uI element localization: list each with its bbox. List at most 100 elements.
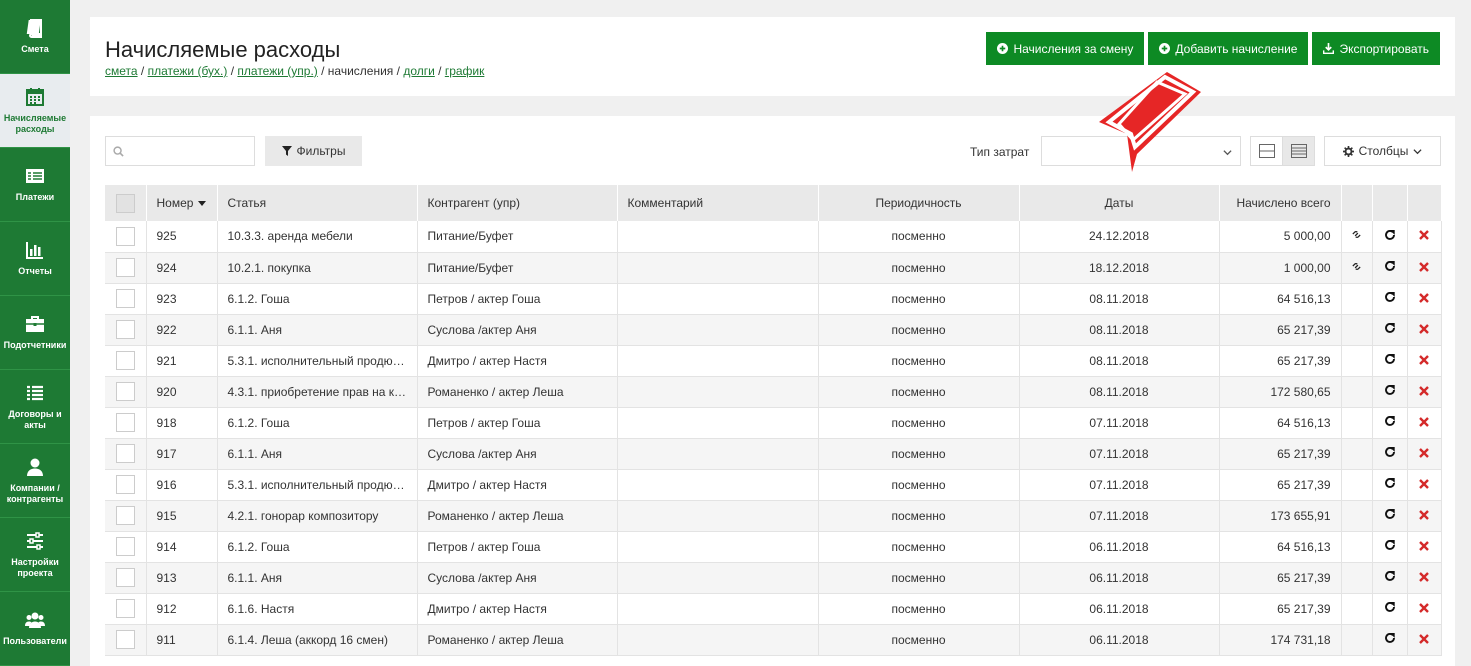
columns-button[interactable]: Столбцы	[1324, 136, 1441, 166]
repeat-button[interactable]	[1372, 407, 1408, 439]
repeat-button[interactable]	[1372, 500, 1408, 532]
row-checkbox[interactable]	[115, 568, 135, 587]
delete-button[interactable]	[1407, 593, 1442, 625]
table-row[interactable]: 924 10.2.1. покупка Питание/Буфет посменно 1…	[105, 252, 1442, 284]
repeat-button[interactable]	[1372, 469, 1408, 501]
row-checkbox[interactable]	[115, 351, 135, 370]
row-checkbox[interactable]	[115, 382, 135, 401]
table-row[interactable]: 925 10.3.3. аренда мебели Питание/Буфет пос…	[105, 221, 1442, 253]
column-header-counterparty[interactable]: Контрагент (упр)	[417, 185, 618, 221]
sidebar-item-reports[interactable]: Отчеты	[0, 222, 70, 296]
cell-total: 64 516,13	[1219, 283, 1342, 315]
column-header-repeat	[1372, 185, 1408, 221]
repeat-button[interactable]	[1372, 562, 1408, 594]
sidebar-item-accountables[interactable]: Подотчетники	[0, 296, 70, 370]
select-all-checkbox[interactable]	[115, 193, 135, 213]
breadcrumb-schedule[interactable]: график	[445, 64, 485, 78]
breadcrumb-smeta[interactable]: смета	[105, 64, 138, 78]
column-header-periodicity[interactable]: Периодичность	[818, 185, 1020, 221]
table-row[interactable]: 922 6.1.1. Аня Суслова /актер Аня посменно 0…	[105, 314, 1442, 346]
table-row[interactable]: 913 6.1.1. Аня Суслова /актер Аня посменно 0…	[105, 562, 1442, 594]
delete-button[interactable]	[1407, 624, 1442, 656]
repeat-button[interactable]	[1372, 252, 1408, 284]
row-checkbox[interactable]	[115, 630, 135, 649]
delete-button[interactable]	[1407, 221, 1442, 253]
row-checkbox[interactable]	[115, 475, 135, 494]
link-cell[interactable]	[1341, 221, 1373, 253]
export-button[interactable]: Экспортировать	[1312, 32, 1440, 65]
delete-button[interactable]	[1407, 469, 1442, 501]
row-checkbox[interactable]	[115, 444, 135, 463]
link-cell[interactable]	[1341, 252, 1373, 284]
column-header-comment[interactable]: Комментарий	[617, 185, 819, 221]
breadcrumb-payments-accounting[interactable]: платежи (бух.)	[148, 64, 228, 78]
table-row[interactable]: 915 4.2.1. гонорар композитору Романенко /…	[105, 500, 1442, 532]
cell-comment	[617, 624, 819, 656]
column-header-total[interactable]: Начислено всего	[1219, 185, 1342, 221]
repeat-button[interactable]	[1372, 221, 1408, 253]
delete-button[interactable]	[1407, 438, 1442, 470]
cell-article: 4.2.1. гонорар композитору	[217, 500, 418, 532]
row-checkbox[interactable]	[115, 413, 135, 432]
repeat-button[interactable]	[1372, 438, 1408, 470]
column-header-dates[interactable]: Даты	[1019, 185, 1220, 221]
breadcrumb-payments-management[interactable]: платежи (упр.)	[237, 64, 317, 78]
search-input[interactable]	[106, 137, 254, 165]
delete-button[interactable]	[1407, 562, 1442, 594]
delete-button[interactable]	[1407, 376, 1442, 408]
delete-button[interactable]	[1407, 252, 1442, 284]
repeat-button[interactable]	[1372, 531, 1408, 563]
row-checkbox[interactable]	[115, 506, 135, 525]
table-row[interactable]: 914 6.1.2. Гоша Петров / актер Гоша посменн…	[105, 531, 1442, 563]
row-checkbox[interactable]	[115, 258, 135, 277]
row-checkbox[interactable]	[115, 599, 135, 618]
table-row[interactable]: 920 4.3.1. приобретение прав на книгу Рома…	[105, 376, 1442, 408]
sidebar-item-users[interactable]: Пользователи	[0, 592, 70, 666]
column-header-number[interactable]: Номер	[146, 185, 218, 221]
row-checkbox[interactable]	[115, 320, 135, 339]
sidebar-item-companies[interactable]: Компании / контрагенты	[0, 444, 70, 518]
cell-total: 65 217,39	[1219, 562, 1342, 594]
row-checkbox[interactable]	[115, 226, 135, 246]
repeat-button[interactable]	[1372, 624, 1408, 656]
add-accrual-button[interactable]: Добавить начисление	[1148, 32, 1309, 65]
table-row[interactable]: 923 6.1.2. Гоша Петров / актер Гоша посменн…	[105, 283, 1442, 315]
row-checkbox[interactable]	[115, 289, 135, 308]
delete-button[interactable]	[1407, 314, 1442, 346]
cell-counterparty: Петров / актер Гоша	[417, 531, 618, 563]
table-row[interactable]: 916 5.3.1. исполнительный продюсер Дмитро …	[105, 469, 1442, 501]
sidebar-item-smeta[interactable]: Смета	[0, 0, 70, 74]
cell-comment	[617, 345, 819, 377]
column-header-article[interactable]: Статья	[217, 185, 418, 221]
repeat-button[interactable]	[1372, 314, 1408, 346]
delete-button[interactable]	[1407, 345, 1442, 377]
cell-counterparty: Суслова /актер Аня	[417, 314, 618, 346]
sidebar-item-payments[interactable]: Платежи	[0, 148, 70, 222]
delete-button[interactable]	[1407, 283, 1442, 315]
table-row[interactable]: 921 5.3.1. исполнительный продюсер Дмитро …	[105, 345, 1442, 377]
sidebar-item-contracts[interactable]: Договоры и акты	[0, 370, 70, 444]
delete-button[interactable]	[1407, 531, 1442, 563]
repeat-button[interactable]	[1372, 283, 1408, 315]
view-compact-button[interactable]	[1250, 136, 1283, 166]
row-select-cell	[105, 593, 147, 625]
table-row[interactable]: 912 6.1.6. Настя Дмитро / актер Настя посме…	[105, 593, 1442, 625]
breadcrumb-debts[interactable]: долги	[403, 64, 435, 78]
repeat-button[interactable]	[1372, 345, 1408, 377]
sidebar-item-settings[interactable]: Настройки проекта	[0, 518, 70, 592]
bar-chart-icon	[26, 242, 43, 259]
delete-button[interactable]	[1407, 500, 1442, 532]
shift-accruals-button[interactable]: Начисления за смену	[986, 32, 1145, 65]
table-row[interactable]: 911 6.1.4. Леша (аккорд 16 смен) Романенко…	[105, 624, 1442, 656]
view-list-button[interactable]	[1282, 136, 1315, 166]
row-checkbox[interactable]	[115, 537, 135, 556]
delete-button[interactable]	[1407, 407, 1442, 439]
cell-number: 914	[146, 531, 218, 563]
repeat-button[interactable]	[1372, 593, 1408, 625]
cell-article: 6.1.2. Гоша	[217, 283, 418, 315]
repeat-button[interactable]	[1372, 376, 1408, 408]
table-row[interactable]: 917 6.1.1. Аня Суслова /актер Аня посменно 0…	[105, 438, 1442, 470]
sidebar-item-accruals[interactable]: Начисляемые расходы	[0, 74, 70, 148]
table-row[interactable]: 918 6.1.2. Гоша Петров / актер Гоша посменн…	[105, 407, 1442, 439]
filters-button[interactable]: Фильтры	[265, 136, 362, 166]
